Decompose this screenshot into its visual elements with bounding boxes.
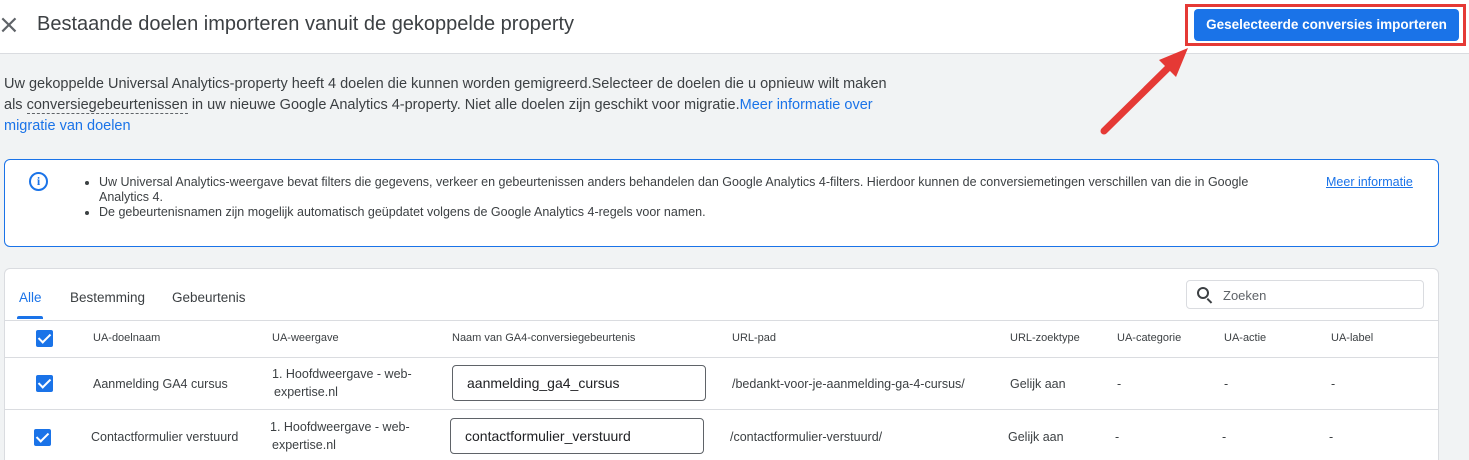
annotation-highlight-box [1185,4,1466,46]
intro-text-after: in uw nieuwe Google Analytics 4-property… [187,97,740,113]
info-bullet: Uw Universal Analytics-weergave bevat fi… [99,175,1299,205]
table-row: Aanmelding GA4 cursus 1. Hoofdweergave -… [5,357,1438,409]
info-icon: i [29,172,48,191]
table-row: Contactformulier verstuurd 1. Hoofdweerg… [5,409,1438,460]
column-header[interactable]: URL-zoektype [1010,332,1080,344]
conversion-events-term[interactable]: conversiegebeurtenissen [26,97,188,114]
more-info-link[interactable]: Meer informatie [1326,175,1413,189]
column-header[interactable]: UA-categorie [1117,332,1181,344]
url-match-type: Gelijk aan [1008,430,1064,444]
ua-action: - [1222,430,1227,444]
row-checkbox[interactable] [34,429,51,446]
column-header[interactable]: UA-actie [1224,332,1266,344]
ua-label: - [1331,377,1336,391]
column-header[interactable]: URL-pad [732,332,776,344]
info-bullet: De gebeurtenisnamen zijn mogelijk automa… [99,205,1299,220]
filter-tabs: Alle Bestemming Gebeurtenis [5,269,605,319]
table-header-row: UA-doelnaam UA-weergave Naam van GA4-con… [5,320,1438,357]
ua-category: - [1117,377,1122,391]
tab-destination[interactable]: Bestemming [70,290,145,305]
url-path: /bedankt-voor-je-aanmelding-ga-4-cursus/ [732,377,965,391]
info-bullet-list: Uw Universal Analytics-weergave bevat fi… [99,175,1299,220]
view-name-line2: expertise.nl [272,438,336,452]
ua-action: - [1224,377,1229,391]
view-name-line2: expertise.nl [274,385,338,399]
column-header[interactable]: Naam van GA4-conversiegebeurtenis [452,332,635,344]
goal-name: Aanmelding GA4 cursus [93,377,228,391]
view-name-line1: 1. Hoofdweergave - web- [272,367,412,381]
column-header[interactable]: UA-doelnaam [93,332,160,344]
info-banner: i Uw Universal Analytics-weergave bevat … [4,159,1439,247]
close-icon[interactable]: × [0,12,20,38]
ua-category: - [1115,430,1120,444]
ua-label: - [1329,430,1334,444]
active-tab-indicator [17,316,43,319]
intro-text: Uw gekoppelde Universal Analytics-proper… [4,74,904,137]
row-checkbox[interactable] [36,375,53,392]
select-all-checkbox[interactable] [36,330,53,347]
ga4-event-name-input[interactable]: aanmelding_ga4_cursus [452,365,706,401]
url-match-type: Gelijk aan [1010,377,1066,391]
goals-table-card: Alle Bestemming Gebeurtenis UA-doelnaam … [4,268,1439,460]
search-icon [1197,287,1209,299]
search-input[interactable] [1223,286,1413,304]
url-path: /contactformulier-verstuurd/ [730,430,883,444]
column-header[interactable]: UA-label [1331,332,1373,344]
page-title: Bestaande doelen importeren vanuit de ge… [37,13,575,35]
goal-name: Contactformulier verstuurd [91,430,239,444]
column-header[interactable]: UA-weergave [272,332,339,344]
arrow-shaft [1100,62,1174,135]
ga4-event-name-input[interactable]: contactformulier_verstuurd [450,418,704,454]
search-box[interactable] [1186,280,1424,309]
tab-event[interactable]: Gebeurtenis [172,290,246,305]
view-name-line1: 1. Hoofdweergave - web- [270,420,410,434]
tab-all[interactable]: Alle [19,290,42,305]
